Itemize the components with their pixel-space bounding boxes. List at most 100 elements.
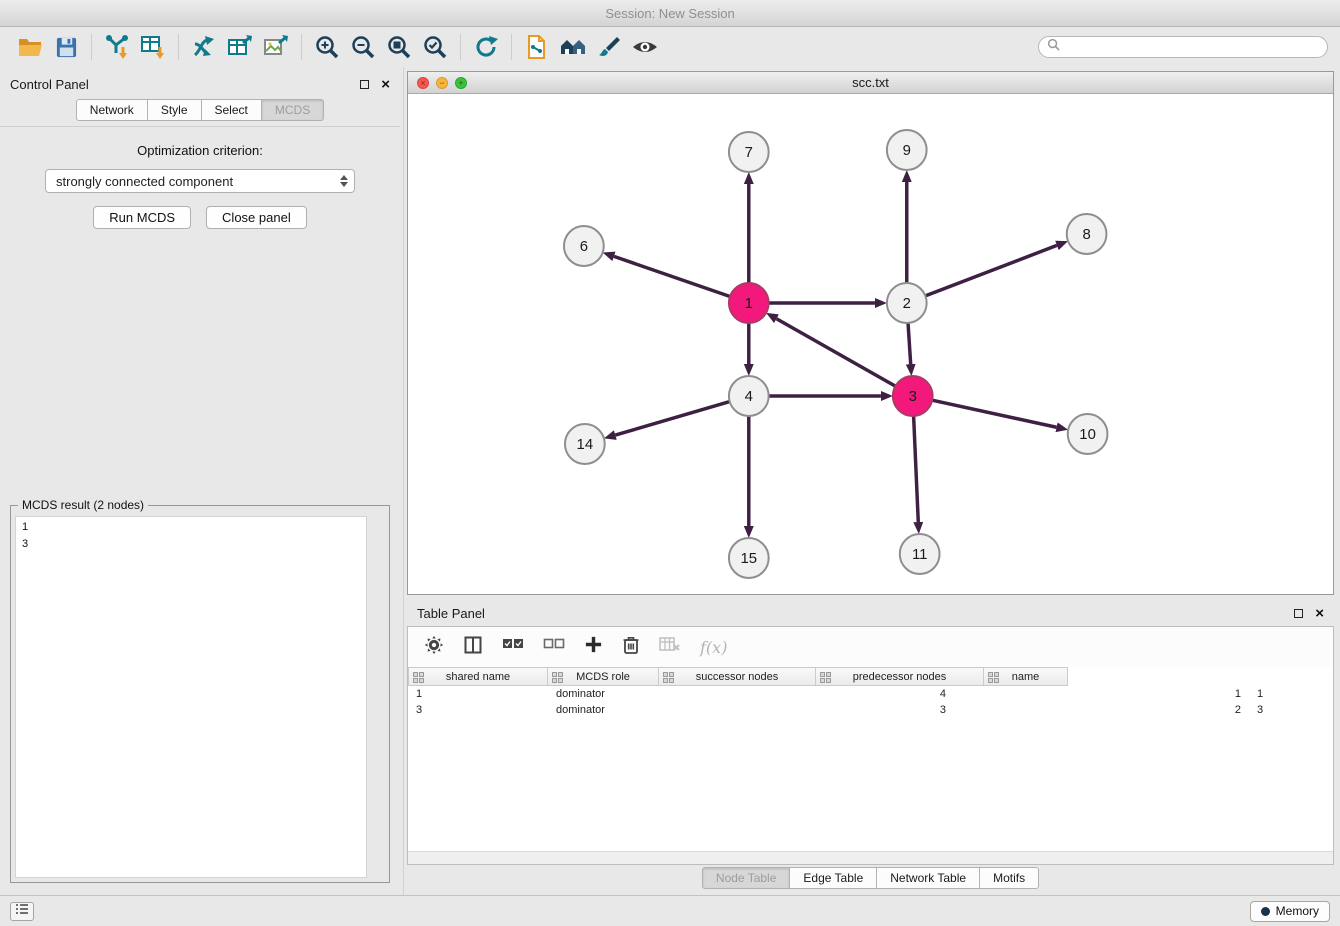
tab-node-table[interactable]: Node Table — [702, 867, 791, 889]
network-node-1[interactable]: 1 — [729, 283, 769, 323]
control-panel-float-button[interactable] — [360, 77, 369, 92]
column-tree-icon — [820, 672, 831, 686]
network-node-14[interactable]: 14 — [565, 424, 605, 464]
annotations-button[interactable] — [591, 30, 627, 64]
graphics-details-button[interactable] — [627, 30, 663, 64]
search-input[interactable] — [1065, 40, 1319, 54]
network-node-4[interactable]: 4 — [729, 376, 769, 416]
network-edge-2-3[interactable] — [908, 323, 911, 364]
column-label: name — [1012, 671, 1040, 683]
window-close-button[interactable]: × — [417, 77, 429, 89]
tab-network[interactable]: Network — [76, 99, 148, 121]
gear-icon — [424, 635, 444, 660]
network-node-11[interactable]: 11 — [900, 534, 940, 574]
network-node-3[interactable]: 3 — [893, 376, 933, 416]
add-column-button[interactable] — [584, 635, 603, 659]
network-node-9[interactable]: 9 — [887, 130, 927, 170]
tab-motifs[interactable]: Motifs — [980, 867, 1039, 889]
zoom-fit-button[interactable] — [381, 30, 417, 64]
node-label: 14 — [577, 436, 594, 453]
column-tree-icon — [552, 672, 563, 686]
zoom-selected-button[interactable] — [417, 30, 453, 64]
zoom-out-button[interactable] — [345, 30, 381, 64]
network-node-10[interactable]: 10 — [1068, 414, 1108, 454]
tab-style[interactable]: Style — [148, 99, 202, 121]
column-header-predecessor-nodes[interactable]: predecessor nodes — [816, 667, 984, 686]
column-header-name[interactable]: name — [984, 667, 1068, 686]
tab-mcds[interactable]: MCDS — [262, 99, 324, 121]
document-share-icon — [524, 34, 550, 60]
table-cell: 1 — [1249, 688, 1333, 700]
memory-button[interactable]: Memory — [1250, 901, 1330, 922]
node-label: 4 — [745, 388, 753, 405]
zoom-in-button[interactable] — [309, 30, 345, 64]
delete-column-button[interactable] — [622, 635, 640, 660]
network-node-6[interactable]: 6 — [564, 226, 604, 266]
close-panel-button[interactable]: Close panel — [206, 206, 307, 229]
vertical-splitter[interactable] — [400, 67, 407, 895]
export-image-button[interactable] — [258, 30, 294, 64]
control-panel-close-button[interactable]: × — [381, 77, 390, 92]
columns-icon — [463, 635, 483, 660]
control-panel-tabs: NetworkStyleSelectMCDS — [0, 99, 400, 121]
node-label: 1 — [745, 295, 753, 312]
status-menu-button[interactable] — [10, 902, 34, 921]
network-edge-1-6[interactable] — [614, 256, 730, 296]
window-minimize-button[interactable]: − — [436, 77, 448, 89]
open-session-button[interactable] — [12, 30, 48, 64]
network-window-titlebar[interactable]: × − + scc.txt — [408, 72, 1333, 94]
network-edge-3-1[interactable] — [776, 319, 895, 386]
table-panel-close-button[interactable]: × — [1315, 606, 1324, 621]
column-header-shared-name[interactable]: shared name — [408, 667, 548, 686]
select-all-button[interactable] — [502, 638, 524, 656]
zoom-out-icon — [350, 34, 376, 60]
table-row[interactable]: 3dominator323 — [408, 702, 1333, 718]
network-canvas[interactable]: 7 9 6 8 1 2 4 3 14 10 15 11 — [408, 94, 1333, 594]
network-node-8[interactable]: 8 — [1067, 214, 1107, 254]
network-edge-2-8[interactable] — [925, 245, 1057, 295]
network-edge-3-10[interactable] — [932, 400, 1056, 427]
column-header-successor-nodes[interactable]: successor nodes — [659, 667, 816, 686]
tab-network-table[interactable]: Network Table — [877, 867, 980, 889]
mcds-result-group: MCDS result (2 nodes) 1 3 — [10, 505, 390, 883]
show-columns-button[interactable] — [463, 635, 483, 660]
node-label: 10 — [1079, 426, 1096, 443]
table-cell: 1 — [408, 688, 548, 700]
network-node-7[interactable]: 7 — [729, 132, 769, 172]
horizontal-splitter[interactable] — [407, 595, 1334, 602]
table-cell: 1 — [954, 688, 1249, 700]
run-mcds-button[interactable]: Run MCDS — [93, 206, 191, 229]
export-table-button[interactable] — [222, 30, 258, 64]
network-window-title: scc.txt — [852, 75, 889, 90]
update-network-button[interactable] — [468, 30, 504, 64]
table-cell: dominator — [548, 688, 659, 700]
toolbar-separator — [91, 34, 92, 60]
network-document-button[interactable] — [519, 30, 555, 64]
import-network-button[interactable] — [99, 30, 135, 64]
table-horizontal-scrollbar[interactable] — [408, 851, 1333, 864]
table-row[interactable]: 1dominator411 — [408, 686, 1333, 702]
save-session-button[interactable] — [48, 30, 84, 64]
table-settings-button[interactable] — [424, 635, 444, 660]
clear-selection-button[interactable] — [543, 638, 565, 656]
tab-edge-table[interactable]: Edge Table — [790, 867, 877, 889]
criterion-dropdown-value: strongly connected component — [56, 174, 233, 189]
network-node-2[interactable]: 2 — [887, 283, 927, 323]
first-neighbors-button[interactable] — [555, 30, 591, 64]
network-edge-3-11[interactable] — [914, 416, 919, 522]
column-tree-icon — [413, 672, 424, 686]
criterion-dropdown[interactable]: strongly connected component — [45, 169, 355, 193]
mcds-result-text[interactable]: 1 3 — [15, 516, 367, 878]
network-node-15[interactable]: 15 — [729, 538, 769, 578]
search-icon — [1047, 38, 1060, 56]
window-zoom-button[interactable]: + — [455, 77, 467, 89]
column-header-mcds-role[interactable]: MCDS role — [548, 667, 659, 686]
import-table-button[interactable] — [135, 30, 171, 64]
window-titlebar[interactable]: Session: New Session — [0, 0, 1340, 27]
network-edge-4-14[interactable] — [615, 402, 729, 435]
tab-select[interactable]: Select — [202, 99, 262, 121]
table-panel-float-button[interactable] — [1294, 606, 1303, 621]
export-network-button[interactable] — [186, 30, 222, 64]
control-panel-header: Control Panel × — [0, 73, 400, 95]
table-import-icon — [140, 34, 166, 60]
